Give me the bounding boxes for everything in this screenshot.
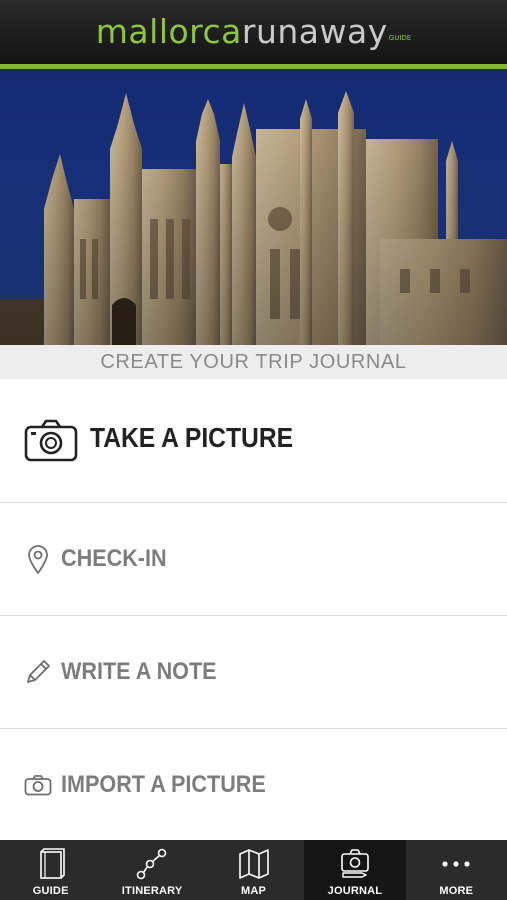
location-pin-icon xyxy=(27,545,49,580)
tab-more[interactable]: MORE xyxy=(406,840,507,900)
check-in-button[interactable]: CHECK-IN xyxy=(0,503,507,616)
camera-small-icon xyxy=(24,774,52,801)
write-note-label: WRITE A NOTE xyxy=(61,658,217,685)
tab-map-label: MAP xyxy=(240,885,267,897)
tab-itinerary-label: ITINERARY xyxy=(121,885,183,897)
take-picture-label: TAKE A PICTURE xyxy=(90,422,294,453)
tab-journal-label: JOURNAL xyxy=(327,885,383,897)
tab-map[interactable]: MAP xyxy=(203,840,304,900)
bottom-tab-bar: GUIDE ITINERARY MAP JOURNAL MORE xyxy=(0,840,507,900)
app-logo: mallorcarunawayGUIDE xyxy=(0,8,507,56)
route-icon xyxy=(136,848,167,880)
hero-image xyxy=(0,69,507,345)
tab-guide-label: GUIDE xyxy=(32,885,69,897)
import-picture-button[interactable]: IMPORT A PICTURE xyxy=(0,729,507,839)
more-dots-icon xyxy=(442,861,470,867)
logo-word-mallorca: mallorca xyxy=(95,12,242,51)
journal-camera-icon xyxy=(341,849,369,878)
check-in-label: CHECK-IN xyxy=(61,545,167,572)
take-picture-button[interactable]: TAKE A PICTURE xyxy=(0,380,507,503)
section-header: CREATE YOUR TRIP JOURNAL xyxy=(0,345,507,379)
map-icon xyxy=(238,849,269,879)
pencil-icon xyxy=(24,658,52,691)
camera-icon xyxy=(24,418,78,467)
logo-word-guide: GUIDE xyxy=(388,34,412,42)
tab-more-label: MORE xyxy=(439,885,474,897)
write-note-button[interactable]: WRITE A NOTE xyxy=(0,616,507,729)
book-icon xyxy=(39,848,65,879)
tab-itinerary[interactable]: ITINERARY xyxy=(101,840,202,900)
tab-guide[interactable]: GUIDE xyxy=(0,840,101,900)
section-title: CREATE YOUR TRIP JOURNAL xyxy=(100,351,407,373)
app-header: mallorcarunawayGUIDE xyxy=(0,0,507,64)
logo-word-runaway: runaway xyxy=(241,12,388,51)
tab-journal[interactable]: JOURNAL xyxy=(304,840,406,900)
import-picture-label: IMPORT A PICTURE xyxy=(61,771,266,798)
